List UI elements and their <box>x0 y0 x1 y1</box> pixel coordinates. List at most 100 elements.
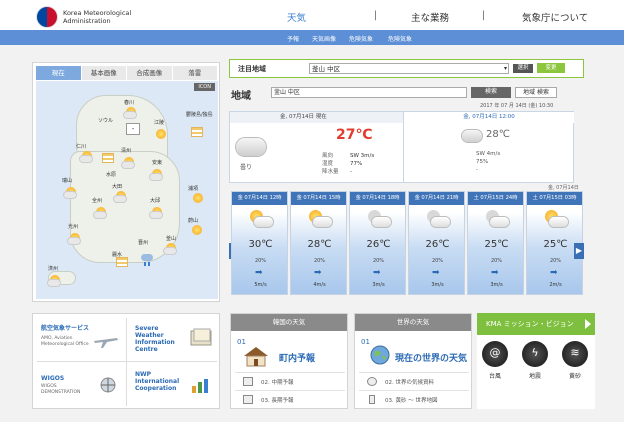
subnav-hazard-2[interactable]: 危険気象 <box>388 34 412 43</box>
korea-weather-panel: 韓国の天気 01 町内予報 02. 中期予報 03. 長期予報 <box>230 313 348 409</box>
city-jeju: 済州 <box>48 266 59 272</box>
attention-region-bar: 注目地域 釜山 中区 ▾ 選択 変更 <box>229 59 584 78</box>
partly-cloudy-icon[interactable] <box>68 231 82 245</box>
tab-basic-image[interactable]: 基本画像 <box>81 66 127 80</box>
partly-cloudy-icon[interactable] <box>150 167 164 181</box>
partly-cloudy-icon[interactable] <box>94 205 108 219</box>
forecast-time: 金 07月14日 12時 <box>232 192 287 205</box>
wind-arrow-icon: ➡ <box>255 268 263 278</box>
typhoon-icon[interactable]: @ <box>482 341 508 367</box>
mid-term-forecast-link[interactable]: 02. 中期予報 <box>261 378 294 386</box>
town-forecast-link[interactable]: 町内予報 <box>279 351 315 364</box>
partly-cloudy-icon[interactable] <box>124 105 138 119</box>
subnav-weather-images[interactable]: 天気画像 <box>312 34 336 43</box>
yellow-dust-map-link[interactable]: 03. 黄砂 ～ 世界地図 <box>385 396 438 404</box>
tab-composite-image[interactable]: 合成画像 <box>127 66 173 80</box>
earthquake-icon[interactable]: ϟ <box>522 341 548 367</box>
forecast-wind-speed: 3m/s <box>372 282 385 288</box>
partly-cloudy-icon[interactable] <box>48 273 62 287</box>
kma-mission-button[interactable]: KMA ミッション・ビジョン <box>477 313 595 335</box>
wind-arrow-icon: ➡ <box>491 268 499 278</box>
region-select[interactable]: 釜山 中区 ▾ <box>309 63 509 74</box>
search-button[interactable]: 検索 <box>471 87 511 98</box>
city-seosan: 瑞山 <box>62 178 73 184</box>
wigos-link[interactable]: WIGOS WIGOS DEMONSTRATION <box>33 362 126 409</box>
org-subtitle: AMO, Aviation Meteorological Office <box>41 336 89 347</box>
wind-arrow-icon: ➡ <box>314 268 322 278</box>
tab-lightning[interactable]: 落雷 <box>172 66 218 80</box>
nav-separator: | <box>374 10 378 21</box>
divider <box>403 112 404 182</box>
subnav-hazard-1[interactable]: 危険気象 <box>349 34 373 43</box>
forecast-card[interactable]: 土 07月15日 24時 25℃ 20% ➡ 3m/s <box>467 191 524 295</box>
panel-header: 世界の天気 <box>355 314 471 331</box>
wind-arrow-icon: ➡ <box>550 268 558 278</box>
forecast-precip-chance: 20% <box>490 258 503 264</box>
partly-cloudy-icon[interactable] <box>114 189 128 203</box>
select-button[interactable]: 選択 <box>513 64 533 73</box>
sunny-icon[interactable] <box>191 191 205 205</box>
next-arrow-button[interactable]: ▶ <box>574 243 584 259</box>
forecast-temp: 25℃ <box>484 239 509 250</box>
change-button[interactable]: 変更 <box>537 63 565 73</box>
current-weather-panel: 金, 07月14日 現在 金, 07月14日 12:00 曇り 27℃ 風向 湿… <box>229 111 574 183</box>
noon-wind: SW 4m/s <box>476 151 501 157</box>
forecast-temp: 26℃ <box>425 239 450 250</box>
cloudy-icon <box>426 210 450 228</box>
forecast-card[interactable]: 金 07月14日 21時 26℃ 20% ➡ 3m/s <box>408 191 465 295</box>
rain-icon[interactable] <box>140 253 154 267</box>
aviation-weather-link[interactable]: 航空気象サービス AMO, Aviation Meteorological Of… <box>33 314 126 361</box>
hourly-forecast: ◀ 金 07月14日 12時 30℃ 20% ➡ 5m/s 金 07月14日 1… <box>229 191 586 295</box>
panel-header: 韓国の天気 <box>231 314 347 331</box>
kma-logo[interactable]: Korea Meteorological Administration <box>36 6 131 28</box>
forecast-wind-speed: 2m/s <box>549 282 562 288</box>
icon-toggle-button[interactable]: ICON <box>194 83 215 91</box>
org-title: WIGOS <box>41 375 65 382</box>
severe-weather-link[interactable]: Severe Weather Information Centre <box>127 314 220 361</box>
kma-homepage: Korea Meteorological Administration 天気 |… <box>0 0 624 422</box>
forecast-card[interactable]: 金 07月14日 15時 28℃ 20% ➡ 4m/s <box>290 191 347 295</box>
partly-cloudy-icon[interactable] <box>164 241 178 255</box>
org-title: Severe Weather Information Centre <box>135 325 175 353</box>
forecast-time: 金 07月14日 21時 <box>409 192 464 205</box>
region-search-button[interactable]: 地域 検索 <box>515 87 557 98</box>
forecast-wind-speed: 3m/s <box>431 282 444 288</box>
long-term-forecast-link[interactable]: 03. 長期予報 <box>261 396 294 404</box>
haze-icon[interactable] <box>102 153 114 163</box>
partly-cloudy-icon[interactable] <box>122 155 136 169</box>
korea-map[interactable]: ICON 春川 ソウル 江陵 鬱陵島/独島 仁川 清州 安東 水原 瑞山 大田 … <box>36 81 218 299</box>
forecast-card[interactable]: 金 07月14日 18時 26℃ 20% ➡ 3m/s <box>349 191 406 295</box>
world-climate-data-link[interactable]: 02. 世界の気候資料 <box>385 378 434 386</box>
partly-cloudy-icon[interactable] <box>80 149 94 163</box>
chevron-down-icon: ▾ <box>503 65 507 72</box>
forecast-precip-chance: 20% <box>313 258 326 264</box>
wind-value: SW 3m/s <box>350 153 375 159</box>
subnav-forecast[interactable]: 予報 <box>287 34 299 43</box>
airplane-icon <box>94 338 118 348</box>
precip-value: - <box>350 169 352 175</box>
region-input[interactable]: 釜山 中区 <box>271 87 467 98</box>
sunny-icon[interactable] <box>190 223 204 237</box>
city-daegu: 大邱 <box>150 198 161 204</box>
forecast-wind-speed: 4m/s <box>313 282 326 288</box>
forecast-time: 土 07月15日 24時 <box>468 192 523 205</box>
nav-about[interactable]: 気象庁について <box>522 10 588 24</box>
taegeuk-logo-icon <box>36 6 58 28</box>
partly-cloudy-icon[interactable] <box>150 205 164 219</box>
nav-main-duties[interactable]: 主な業務 <box>411 10 449 24</box>
forecast-precip-chance: 20% <box>372 258 385 264</box>
site-header: Korea Meteorological Administration 天気 |… <box>0 0 624 30</box>
nwp-cooperation-link[interactable]: NWP International Cooperation <box>127 362 220 409</box>
yellow-dust-icon[interactable]: ≋ <box>562 341 588 367</box>
sunny-icon[interactable] <box>154 127 168 141</box>
no-data-marker[interactable]: - <box>126 123 140 135</box>
climate-icon <box>367 377 377 386</box>
current-world-weather-link[interactable]: 現在の世界の天気 <box>395 351 467 364</box>
nav-weather[interactable]: 天気 <box>287 10 306 24</box>
forecast-card[interactable]: 金 07月14日 12時 30℃ 20% ➡ 5m/s <box>231 191 288 295</box>
haze-icon[interactable] <box>116 257 128 267</box>
partly-cloudy-icon[interactable] <box>64 185 78 199</box>
tab-current[interactable]: 現在 <box>36 66 82 80</box>
city-jeonju: 全州 <box>92 198 103 204</box>
haze-icon[interactable] <box>191 127 203 137</box>
